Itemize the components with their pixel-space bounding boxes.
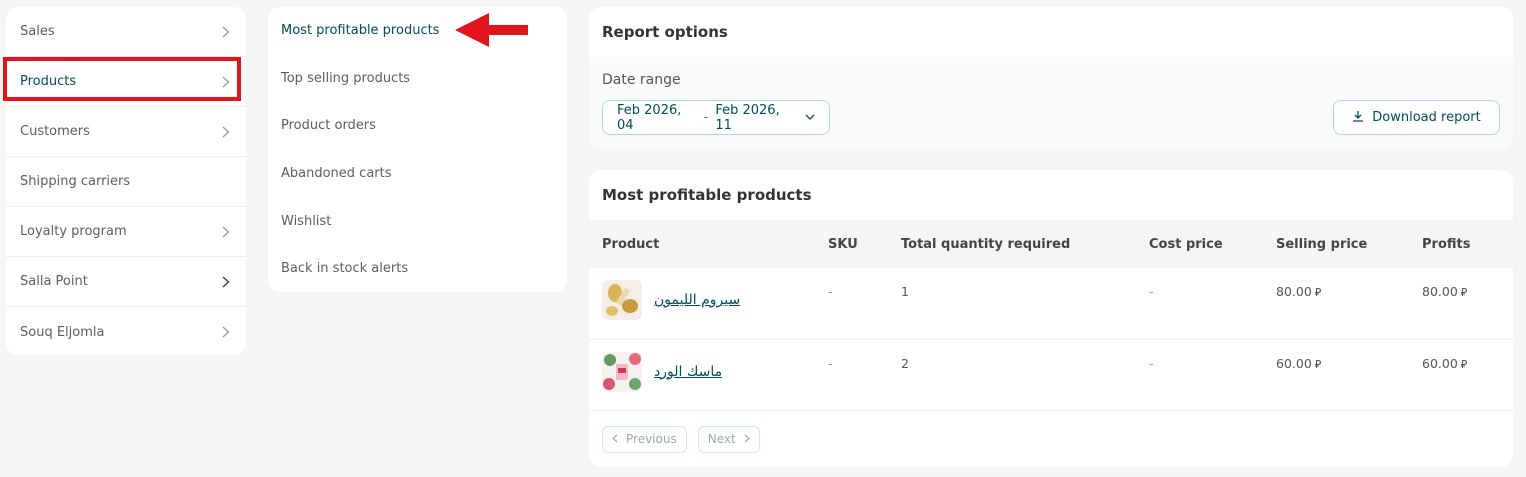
download-icon [1352,110,1364,126]
chevron-down-icon [805,110,815,125]
sub-item-abandoned-carts[interactable]: Abandoned carts [268,150,567,198]
nav-item-souq-eljomla[interactable]: Souq Eljomla [6,307,246,355]
nav-item-sales[interactable]: Sales [6,7,246,57]
cell-selling: 60.00 ⃁ [1276,355,1322,371]
cell-profits: 60.00 ⃁ [1422,355,1468,371]
riyal-symbol: ⃁ [1314,357,1322,371]
products-table: Product SKU Total quantity required Cost… [589,220,1513,411]
riyal-symbol: ⃁ [1460,286,1468,299]
chevron-left-icon [612,432,618,446]
sub-item-wishlist[interactable]: Wishlist [268,197,567,245]
chevron-right-icon [222,275,230,288]
nav-item-label: Souq Eljomla [20,324,105,340]
report-options-title: Report options [602,23,728,41]
cell-sku: - [828,284,833,299]
chevron-right-icon [222,76,230,88]
product-link[interactable]: سيروم الليمون [654,292,740,308]
riyal-symbol: ⃁ [1314,286,1322,299]
lemon-serum-image [602,280,642,320]
cell-qty: 1 [901,284,909,299]
product-reports-nav: Most profitable products Top selling pro… [268,7,567,292]
previous-page-button[interactable]: Previous [602,425,687,453]
cell-profits: 80.00 ⃁ [1422,284,1468,299]
download-report-button[interactable]: Download report [1333,100,1500,135]
date-range-label: Date range [602,72,681,88]
date-from: Feb 2026, 04 [617,102,682,133]
nav-item-label: Shipping carriers [20,174,131,189]
sub-item-top-selling[interactable]: Top selling products [268,55,567,103]
most-profitable-table-card: Most profitable products Product SKU Tot… [589,170,1513,467]
nav-item-salla-point[interactable]: Salla Point [6,257,246,307]
pagination: Previous Next [589,411,1513,468]
cell-cost: - [1149,284,1154,299]
date-range-picker[interactable]: Feb 2026, 04 - Feb 2026, 11 [602,100,830,135]
rose-mask-image [602,351,642,392]
report-options-card: Report options Date range Feb 2026, 04 -… [589,7,1513,149]
download-label: Download report [1372,110,1481,125]
col-profits: Profits [1422,236,1471,252]
chevron-right-icon [222,26,230,38]
table-title: Most profitable products [602,186,812,204]
report-options-body: Date range Feb 2026, 04 - Feb 2026, 11 D… [589,57,1513,149]
cell-selling: 80.00 ⃁ [1276,284,1322,299]
table-row: سيروم الليمون - 1 - 80.00 ⃁ 80.00 ⃁ [589,268,1513,339]
reports-category-nav: Sales Products Customers Shipping carrie… [6,7,246,355]
next-page-button[interactable]: Next [697,425,760,453]
col-selling: Selling price [1276,236,1368,252]
nav-item-loyalty-program[interactable]: Loyalty program [6,207,246,257]
nav-item-label: Customers [20,124,90,139]
col-sku: SKU [828,236,858,252]
sub-item-product-orders[interactable]: Product orders [268,102,567,150]
riyal-symbol: ⃁ [1460,357,1468,371]
chevron-right-icon [222,126,230,138]
nav-item-label: Products [20,74,77,89]
cell-sku: - [828,355,833,371]
sub-item-most-profitable[interactable]: Most profitable products [268,7,567,55]
col-qty: Total quantity required [901,236,1071,252]
date-to: Feb 2026, 11 [715,102,780,133]
chevron-right-icon [744,432,750,446]
sub-item-back-in-stock[interactable]: Back in stock alerts [268,245,567,293]
table-row: ماسك الورد - 2 - 60.00 ⃁ 60.00 ⃁ [589,339,1513,410]
previous-label: Previous [626,432,677,446]
nav-item-products[interactable]: Products [6,57,246,107]
date-separator: - [703,110,709,125]
product-link[interactable]: ماسك الورد [654,364,722,380]
next-label: Next [707,432,736,446]
table-header-row: Product SKU Total quantity required Cost… [589,220,1513,268]
col-product: Product [602,236,660,252]
nav-item-label: Salla Point [20,274,88,289]
cell-qty: 2 [901,355,909,371]
cell-cost: - [1149,355,1154,371]
chevron-right-icon [222,226,230,238]
nav-item-shipping-carriers[interactable]: Shipping carriers [6,157,246,207]
nav-item-customers[interactable]: Customers [6,107,246,157]
nav-item-label: Sales [20,24,55,39]
col-cost: Cost price [1149,236,1223,252]
chevron-right-icon [222,326,230,338]
nav-item-label: Loyalty program [20,224,127,239]
